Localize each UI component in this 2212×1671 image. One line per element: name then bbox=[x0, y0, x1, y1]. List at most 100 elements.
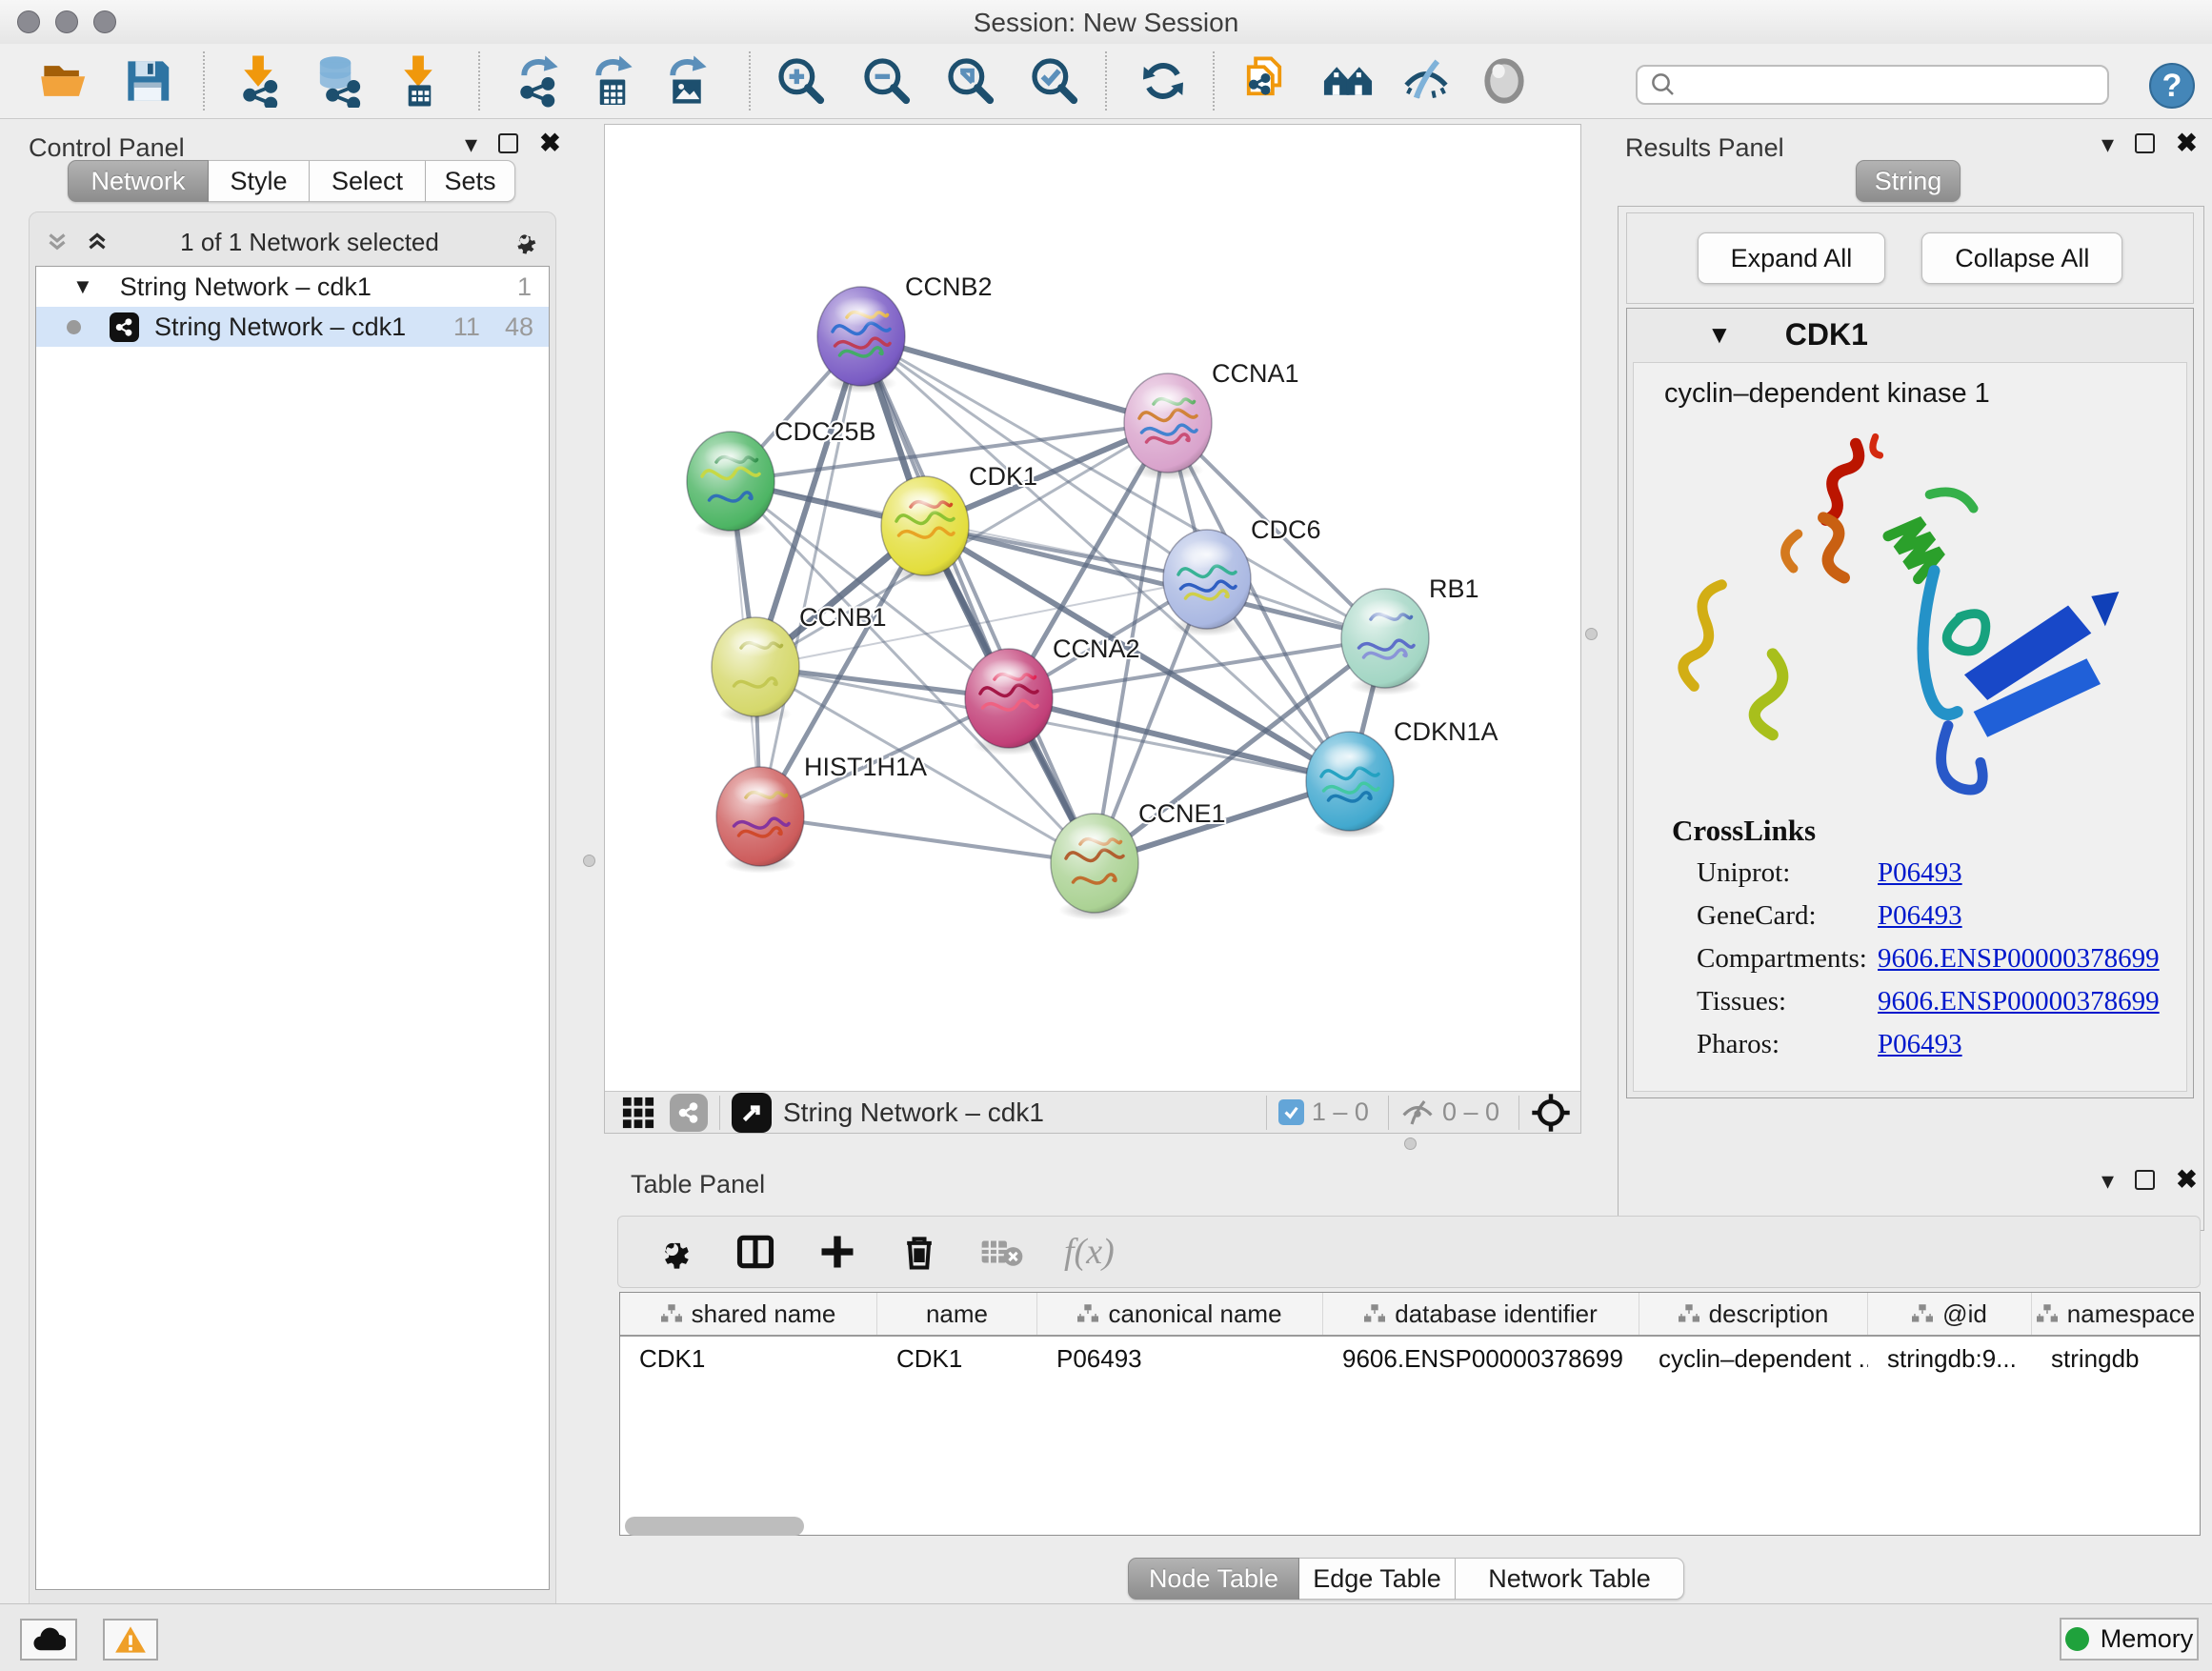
import-network-file-icon[interactable] bbox=[231, 54, 285, 108]
delete-table-icon-disabled bbox=[980, 1233, 1024, 1271]
gene-name: CDK1 bbox=[1785, 317, 1868, 352]
cloud-status-button[interactable] bbox=[20, 1619, 77, 1661]
tab-select[interactable]: Select bbox=[310, 160, 426, 202]
network-list-options-gear-icon[interactable] bbox=[508, 226, 540, 258]
network-canvas-svg[interactable]: CCNB2CCNA1CDC25BCDK1CDC6RB1CCNB1CCNA2CDK… bbox=[605, 125, 1580, 1091]
tab-edge-table[interactable]: Edge Table bbox=[1299, 1558, 1456, 1600]
hidden-nodes-eye-icon bbox=[1400, 1098, 1435, 1127]
main-toolbar: ? bbox=[0, 44, 2212, 119]
show-columns-icon[interactable] bbox=[734, 1231, 776, 1273]
string-view-icon[interactable] bbox=[670, 1094, 708, 1132]
save-session-icon[interactable] bbox=[121, 54, 174, 108]
crosslink-link[interactable]: 9606.ENSP00000378699 bbox=[1878, 986, 2160, 1017]
left-splitter-grip[interactable] bbox=[583, 855, 595, 867]
table-panel-collapse-icon[interactable]: ▾ bbox=[2101, 1171, 2114, 1190]
string-documents-icon[interactable] bbox=[1237, 54, 1291, 108]
tab-network[interactable]: Network bbox=[68, 160, 209, 202]
column-header[interactable]: shared name bbox=[620, 1293, 877, 1335]
results-panel-collapse-icon[interactable]: ▾ bbox=[2101, 134, 2114, 153]
entry-collapse-icon[interactable]: ▼ bbox=[1707, 320, 1732, 350]
results-panel-float-icon[interactable] bbox=[2135, 133, 2155, 153]
zoom-selected-icon[interactable] bbox=[1028, 54, 1081, 108]
network-collection-count: 1 bbox=[517, 272, 532, 302]
gene-description: cyclin–dependent kinase 1 bbox=[1634, 363, 2186, 419]
horizontal-splitter-grip[interactable] bbox=[1404, 1137, 1417, 1150]
crosslink-link[interactable]: P06493 bbox=[1878, 900, 1962, 932]
cloud-icon bbox=[31, 1625, 66, 1654]
column-header[interactable]: namespace bbox=[2032, 1293, 2200, 1335]
tab-sets[interactable]: Sets bbox=[426, 160, 515, 202]
table-options-gear-icon[interactable] bbox=[653, 1231, 694, 1273]
open-session-icon[interactable] bbox=[37, 54, 90, 108]
table-panel-float-icon[interactable] bbox=[2135, 1170, 2155, 1190]
table-horizontal-scrollbar[interactable] bbox=[625, 1517, 804, 1536]
network-view-title: String Network – cdk1 bbox=[783, 1097, 1044, 1128]
delete-column-icon[interactable] bbox=[898, 1231, 940, 1273]
cdk1-entry-header[interactable]: ▼ CDK1 bbox=[1627, 309, 2193, 360]
export-image-icon[interactable] bbox=[660, 54, 714, 108]
search-field[interactable] bbox=[1636, 65, 2109, 105]
memory-button[interactable]: Memory bbox=[2060, 1618, 2199, 1661]
column-header[interactable]: description bbox=[1639, 1293, 1868, 1335]
tree-expand-icon[interactable]: ▼ bbox=[72, 274, 93, 299]
selected-counter: 1 – 0 bbox=[1312, 1097, 1369, 1127]
zoom-fit-icon[interactable] bbox=[944, 54, 997, 108]
crosslink-link[interactable]: P06493 bbox=[1878, 857, 1962, 889]
network-row-selected[interactable]: String Network – cdk1 11 48 bbox=[36, 307, 549, 347]
memory-status-dot bbox=[2065, 1627, 2089, 1651]
column-header[interactable]: canonical name bbox=[1037, 1293, 1323, 1335]
expand-all-button[interactable]: Expand All bbox=[1698, 232, 1886, 284]
add-column-icon[interactable] bbox=[816, 1231, 858, 1273]
refresh-icon[interactable] bbox=[1136, 54, 1190, 108]
home-networks-icon[interactable] bbox=[1321, 54, 1375, 108]
node-label: CDC6 bbox=[1251, 515, 1321, 544]
column-header[interactable]: name bbox=[877, 1293, 1037, 1335]
zoom-in-icon[interactable] bbox=[774, 54, 828, 108]
show-panel-lens-icon[interactable] bbox=[1478, 54, 1531, 108]
warnings-button[interactable] bbox=[103, 1619, 158, 1661]
network-view: CCNB2CCNA1CDC25BCDK1CDC6RB1CCNB1CCNA2CDK… bbox=[604, 124, 1581, 1134]
tab-style[interactable]: Style bbox=[209, 160, 310, 202]
export-network-icon[interactable] bbox=[512, 54, 565, 108]
network-collection-row[interactable]: ▼ String Network – cdk1 1 bbox=[36, 267, 549, 307]
selected-nodes-checkbox[interactable] bbox=[1278, 1099, 1304, 1125]
control-panel-collapse-icon[interactable]: ▾ bbox=[465, 134, 477, 153]
network-node-count: 11 bbox=[453, 312, 480, 342]
crosslink-label: Pharos: bbox=[1697, 1029, 1878, 1060]
node-label: RB1 bbox=[1429, 574, 1479, 603]
network-collection-label: String Network – cdk1 bbox=[120, 272, 372, 302]
birdseye-navigator-icon[interactable] bbox=[1531, 1093, 1571, 1133]
hide-panel-eye-icon[interactable] bbox=[1399, 54, 1453, 108]
help-button[interactable]: ? bbox=[2149, 63, 2195, 109]
results-panel-close-icon[interactable]: ✖ bbox=[2176, 133, 2198, 153]
column-header[interactable]: database identifier bbox=[1323, 1293, 1639, 1335]
search-input[interactable] bbox=[1685, 68, 2107, 102]
tab-node-table[interactable]: Node Table bbox=[1128, 1558, 1299, 1600]
control-panel-close-icon[interactable]: ✖ bbox=[539, 133, 561, 153]
zoom-out-icon[interactable] bbox=[860, 54, 914, 108]
table-toolbar: f(x) bbox=[617, 1216, 2201, 1288]
tab-string-results[interactable]: String bbox=[1856, 160, 1961, 202]
control-panel-float-icon[interactable] bbox=[498, 133, 518, 153]
node-label: CCNB2 bbox=[905, 272, 993, 301]
crosslink-link[interactable]: 9606.ENSP00000378699 bbox=[1878, 943, 2160, 975]
crosslink-label: GeneCard: bbox=[1697, 900, 1878, 932]
collapse-all-networks-icon[interactable] bbox=[43, 228, 71, 256]
crosslink-label: Compartments: bbox=[1697, 943, 1878, 975]
import-table-icon[interactable] bbox=[392, 54, 445, 108]
tab-network-table[interactable]: Network Table bbox=[1456, 1558, 1684, 1600]
column-header[interactable]: @id bbox=[1868, 1293, 2032, 1335]
crosslink-row: Tissues: 9606.ENSP00000378699 bbox=[1634, 980, 2186, 1023]
table-panel-close-icon[interactable]: ✖ bbox=[2176, 1170, 2198, 1190]
crosslink-link[interactable]: P06493 bbox=[1878, 1029, 1962, 1060]
grid-view-icon[interactable] bbox=[620, 1095, 656, 1131]
table-row[interactable]: CDK1 CDK1 P06493 9606.ENSP00000378699 cy… bbox=[620, 1337, 2200, 1380]
string-network-icon bbox=[110, 312, 139, 342]
export-table-icon[interactable] bbox=[586, 54, 639, 108]
open-in-new-window-icon[interactable] bbox=[732, 1093, 772, 1133]
right-splitter-grip[interactable] bbox=[1585, 628, 1598, 640]
status-bar: Memory bbox=[0, 1603, 2212, 1671]
import-network-database-icon[interactable] bbox=[312, 54, 365, 108]
collapse-all-button[interactable]: Collapse All bbox=[1921, 232, 2122, 284]
expand-all-networks-icon[interactable] bbox=[83, 228, 111, 256]
